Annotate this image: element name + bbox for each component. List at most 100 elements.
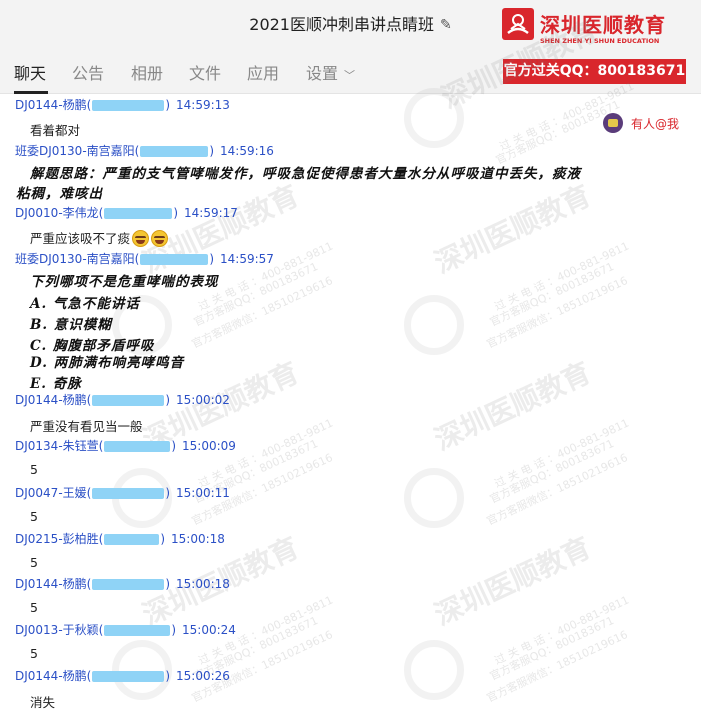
redacted-name [92,100,165,111]
watermark-wechat: 官方客服微信：18510219616 [189,628,335,705]
sender-close: ) [209,252,215,266]
brand-logo-block: 深圳医顺教育 SHEN ZHEN YI SHUN EDUCATION [500,8,701,46]
message-time: 14:59:17 [184,206,238,220]
message-time: 14:59:13 [176,98,230,112]
redacted-name [92,579,165,590]
message-text-wrap: 严重应该吸不了痰 [30,228,169,247]
message-text: 解题思路：严重的支气管哮喘发作，呼吸急促使得患者大量水分从呼吸道中丢失，痰液 [30,166,581,182]
sender-name: DJ0144-杨鹏( [15,669,92,683]
message-time: 14:59:57 [220,252,274,266]
message-text: 5 [30,600,38,615]
message-time: 15:00:18 [176,577,230,591]
message-header[interactable]: DJ0013-于秋颖() 15:00:24 [15,622,236,638]
message-text: 5 [30,462,38,477]
sender-close: ) [160,532,166,546]
tab-announcement[interactable]: 公告 [72,60,104,84]
sender-name: 班委DJ0130-南宫嘉阳( [15,144,140,158]
watermark-qq: 官方客服QQ：800183671 [487,436,616,506]
edit-icon[interactable]: ✎ [440,17,452,33]
chevron-down-icon: ﹀ [344,69,356,82]
message-text: 严重应该吸不了痰 [30,231,131,246]
promo-banner[interactable]: 官方过关QQ：800183671 [503,59,686,84]
option-d: D. 两肺满布响亮哮鸣音 [30,355,185,371]
tab-settings[interactable]: 设置 ﹀ [306,60,355,84]
redacted-name [140,254,209,265]
message-time: 15:00:11 [176,486,230,500]
message-text: 5 [30,509,38,524]
redacted-name [92,671,165,682]
laughing-emoji-icon [132,230,150,247]
sender-close: ) [165,669,171,683]
message-time: 15:00:18 [171,532,225,546]
sender-name: DJ0144-杨鹏( [15,393,92,407]
sender-name: DJ0144-杨鹏( [15,98,92,112]
message-text: 5 [30,555,38,570]
window-title: 2021医顺冲刺串讲点睛班 [249,15,434,34]
sender-close: ) [173,206,179,220]
watermark-logo-icon [404,468,464,528]
question-text: 下列哪项不是危重哮喘的表现 [30,274,219,290]
sender-name: DJ0013-于秋颖( [15,623,104,637]
sender-close: ) [165,486,171,500]
watermark-qq: 官方客服QQ：800183671 [487,613,616,683]
sender-name: DJ0010-李伟龙( [15,206,104,220]
watermark-qq: 官方客服QQ：800183671 [191,259,320,329]
message-header[interactable]: 班委DJ0130-南宫嘉阳() 14:59:16 [15,143,274,159]
watermark-text: 深圳医顺教育 [429,178,596,280]
message-time: 14:59:16 [220,144,274,158]
tab-apps[interactable]: 应用 [247,60,279,84]
active-tab-indicator [14,91,48,94]
message-text: 严重没有看见当一般 [30,419,143,434]
message-header[interactable]: DJ0134-朱钰萱() 15:00:09 [15,438,236,454]
option-a: A. 气急不能讲话 [30,296,140,312]
tab-chat[interactable]: 聊天 [14,60,46,84]
sender-close: ) [165,577,171,591]
redacted-name [92,395,165,406]
message-time: 15:00:26 [176,669,230,683]
option-e: E. 奇脉 [30,376,82,392]
sender-name: DJ0144-杨鹏( [15,577,92,591]
sender-close: ) [165,393,171,407]
message-time: 15:00:02 [176,393,230,407]
message-time: 15:00:09 [182,439,236,453]
message-text: 5 [30,646,38,661]
tab-files[interactable]: 文件 [189,60,221,84]
watermark-logo-icon [404,88,464,148]
watermark-phone: 过 关 电 话 ：400-881-9811 [492,593,631,668]
sender-name: DJ0215-彭柏胜( [15,532,104,546]
brand-logo-icon [502,8,534,40]
sender-close: ) [171,439,177,453]
message-text: 看着都对 [30,123,81,138]
sender-name: DJ0047-王媛( [15,486,92,500]
avatar [603,113,623,133]
watermark-logo-icon [404,295,464,355]
message-header[interactable]: DJ0144-杨鹏() 14:59:13 [15,97,230,113]
sender-close: ) [165,98,171,112]
message-text: 粘稠，难咳出 [16,186,103,202]
mention-notice[interactable]: 有人@我 [603,113,679,133]
message-text: 消失 [30,695,56,710]
message-header[interactable]: DJ0144-杨鹏() 15:00:26 [15,668,230,684]
message-header[interactable]: DJ0144-杨鹏() 15:00:18 [15,576,230,592]
redacted-name [104,625,171,636]
redacted-name [104,208,173,219]
watermark-text: 深圳医顺教育 [429,530,596,632]
mention-notice-text: 有人@我 [631,116,680,131]
brand-name-cn: 深圳医顺教育 [540,13,666,37]
watermark-phone: 过 关 电 话 ：400-881-9811 [492,416,631,491]
watermark-wechat: 官方客服微信：18510219616 [484,274,630,351]
message-header[interactable]: DJ0010-李伟龙() 14:59:17 [15,205,238,221]
message-header[interactable]: DJ0215-彭柏胜() 15:00:18 [15,531,225,547]
message-header[interactable]: DJ0144-杨鹏() 15:00:02 [15,392,230,408]
message-header[interactable]: 班委DJ0130-南宫嘉阳() 14:59:57 [15,251,274,267]
sender-close: ) [209,144,215,158]
tab-settings-label: 设置 [306,64,339,83]
tab-album[interactable]: 相册 [131,60,163,84]
sender-name: DJ0134-朱钰萱( [15,439,104,453]
watermark-logo-icon [404,640,464,700]
message-header[interactable]: DJ0047-王媛() 15:00:11 [15,485,230,501]
sender-close: ) [171,623,177,637]
redacted-name [92,488,165,499]
message-time: 15:00:24 [182,623,236,637]
watermark-qq: 官方客服QQ：800183671 [487,259,616,329]
